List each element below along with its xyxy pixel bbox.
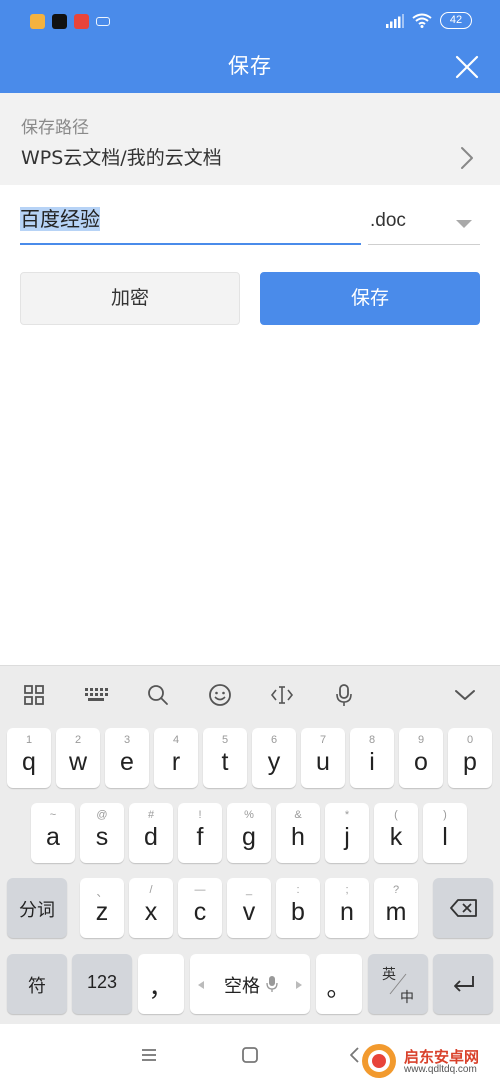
key-i[interactable]: 8i: [350, 728, 394, 788]
menu-icon: [142, 1049, 156, 1061]
caret-down-icon: [456, 220, 472, 228]
emoji-button[interactable]: [205, 680, 235, 710]
filename-value: 百度经验: [20, 207, 100, 231]
grid-icon: [24, 685, 44, 705]
keyboard-layout-button[interactable]: [81, 680, 111, 710]
language-switch-key[interactable]: 英 中: [368, 954, 428, 1014]
save-path-selector[interactable]: 保存路径 WPS云文档/我的云文档: [0, 93, 500, 185]
home-icon: [242, 1047, 258, 1063]
key-h[interactable]: & h: [276, 803, 320, 863]
cursor-right-icon: [296, 981, 302, 989]
space-key[interactable]: 空格: [190, 954, 310, 1014]
key-v[interactable]: _ v: [227, 878, 271, 938]
key-z[interactable]: 、 z: [80, 878, 124, 938]
text-cursor-icon: [270, 686, 294, 704]
close-button[interactable]: [452, 52, 482, 82]
key-r[interactable]: 4r: [154, 728, 198, 788]
save-path-label: 保存路径: [21, 118, 89, 138]
key-m[interactable]: ? m: [374, 878, 418, 938]
period-key[interactable]: 。: [316, 954, 362, 1014]
key-b[interactable]: :b: [276, 878, 320, 938]
key-p[interactable]: 0p: [448, 728, 492, 788]
segment-key[interactable]: 分词: [7, 878, 67, 938]
key-k[interactable]: (k: [374, 803, 418, 863]
key-w[interactable]: 2w: [56, 728, 100, 788]
keyboard-app-icon: [96, 17, 110, 26]
save-path-value: WPS云文档/我的云文档: [21, 147, 222, 169]
numbers-key[interactable]: 123: [72, 954, 132, 1014]
status-right: 42: [386, 12, 472, 29]
close-icon: [455, 55, 479, 79]
key-e[interactable]: 3e: [105, 728, 149, 788]
wifi-icon: [412, 13, 432, 28]
search-icon: [148, 685, 168, 705]
tiktok-icon: [52, 14, 67, 29]
microphone-icon: [336, 684, 352, 706]
key-a[interactable]: ~ a: [31, 803, 75, 863]
health-app-icon: [74, 14, 89, 29]
key-y[interactable]: 6y: [252, 728, 296, 788]
key-g[interactable]: % g: [227, 803, 271, 863]
voice-input-button[interactable]: [329, 680, 359, 710]
notification-icons: [30, 14, 110, 29]
menu-button[interactable]: [136, 1042, 162, 1068]
hide-keyboard-button[interactable]: [450, 680, 480, 710]
chevron-right-icon: [461, 147, 473, 169]
chevron-down-icon: [455, 690, 475, 700]
watermark-url: www.qdltdq.com: [404, 1064, 477, 1075]
enter-icon: [454, 976, 474, 992]
key-c[interactable]: — c: [178, 878, 222, 938]
key-o[interactable]: 9o: [399, 728, 443, 788]
key-t[interactable]: 5t: [203, 728, 247, 788]
keyboard-search-button[interactable]: [143, 680, 173, 710]
site-watermark: 启东安卓网 www.qdltdq.com: [360, 1042, 498, 1082]
key-l[interactable]: ) l: [423, 803, 467, 863]
enter-key[interactable]: [433, 954, 493, 1014]
emoji-icon: [209, 684, 231, 706]
key-x[interactable]: / x: [129, 878, 173, 938]
top-bar: 42 保存: [0, 0, 500, 93]
video-app-icon: [30, 14, 45, 29]
filename-input[interactable]: 百度经验: [20, 203, 361, 245]
key-u[interactable]: 7u: [301, 728, 345, 788]
extension-value: .doc: [370, 210, 406, 231]
watermark-logo-icon: [362, 1044, 396, 1078]
key-q[interactable]: 1q: [7, 728, 51, 788]
status-bar: 42: [0, 0, 500, 44]
backspace-key[interactable]: [433, 878, 493, 938]
signal-icon: [386, 13, 404, 28]
home-button[interactable]: [237, 1042, 263, 1068]
keyboard-icon: [85, 688, 108, 701]
encrypt-button[interactable]: 加密: [20, 272, 240, 325]
apps-grid-button[interactable]: [19, 680, 49, 710]
symbol-key[interactable]: 符: [7, 954, 67, 1014]
keyboard-toolbar: [0, 666, 500, 726]
microphone-icon: [266, 976, 278, 992]
page-title: 保存: [228, 54, 272, 78]
save-button[interactable]: 保存: [260, 272, 480, 325]
battery-indicator: 42: [440, 12, 472, 29]
key-f[interactable]: ! f: [178, 803, 222, 863]
extension-dropdown[interactable]: .doc: [368, 203, 480, 245]
soft-keyboard: 1q 2w 3e 4r 5t 6y 7u 8i 9o 0p ~ a @ s # d !…: [0, 665, 500, 1024]
key-j[interactable]: * j: [325, 803, 369, 863]
backspace-icon: [450, 899, 477, 917]
key-s[interactable]: @ s: [80, 803, 124, 863]
cursor-move-button[interactable]: [267, 680, 297, 710]
key-d[interactable]: # d: [129, 803, 173, 863]
key-n[interactable]: ; n: [325, 878, 369, 938]
